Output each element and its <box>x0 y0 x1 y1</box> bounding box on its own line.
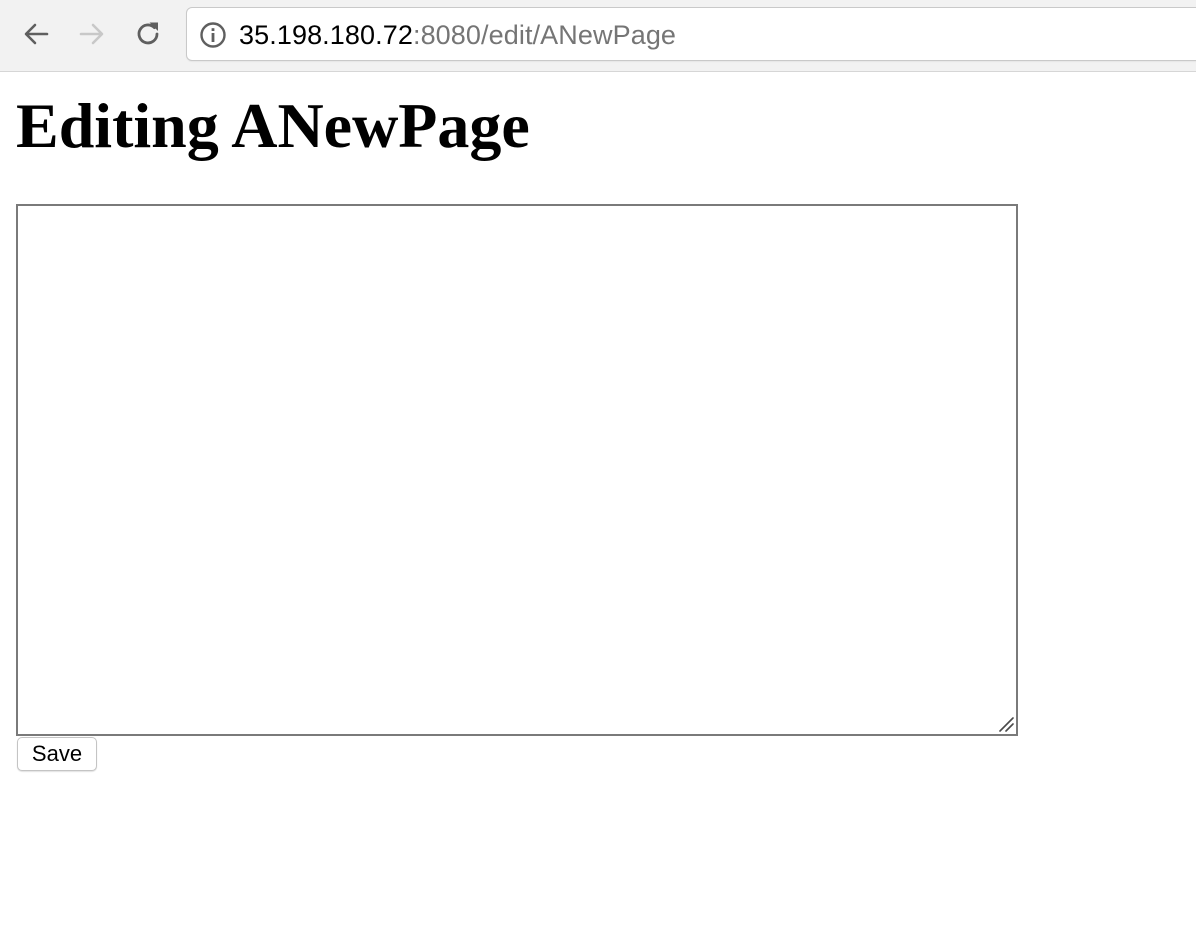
back-button[interactable] <box>16 14 56 54</box>
address-bar[interactable]: 35.198.180.72:8080/edit/ANewPage <box>186 7 1196 61</box>
url-path: :8080/edit/ANewPage <box>412 20 677 50</box>
url-host: 35.198.180.72 <box>239 20 413 50</box>
arrow-left-icon <box>24 23 49 45</box>
forward-button[interactable] <box>72 14 112 54</box>
reload-icon <box>137 22 159 45</box>
resize-handle-icon[interactable] <box>996 714 1014 732</box>
reload-button[interactable] <box>128 14 168 54</box>
info-circle-icon[interactable] <box>199 21 227 49</box>
page-content-editor[interactable] <box>16 204 1018 736</box>
save-button[interactable]: Save <box>17 737 97 771</box>
arrow-right-icon <box>79 23 104 45</box>
browser-toolbar: 35.198.180.72:8080/edit/ANewPage <box>0 0 1196 72</box>
url-text[interactable]: 35.198.180.72:8080/edit/ANewPage <box>239 18 676 52</box>
page-title: Editing ANewPage <box>16 90 530 161</box>
